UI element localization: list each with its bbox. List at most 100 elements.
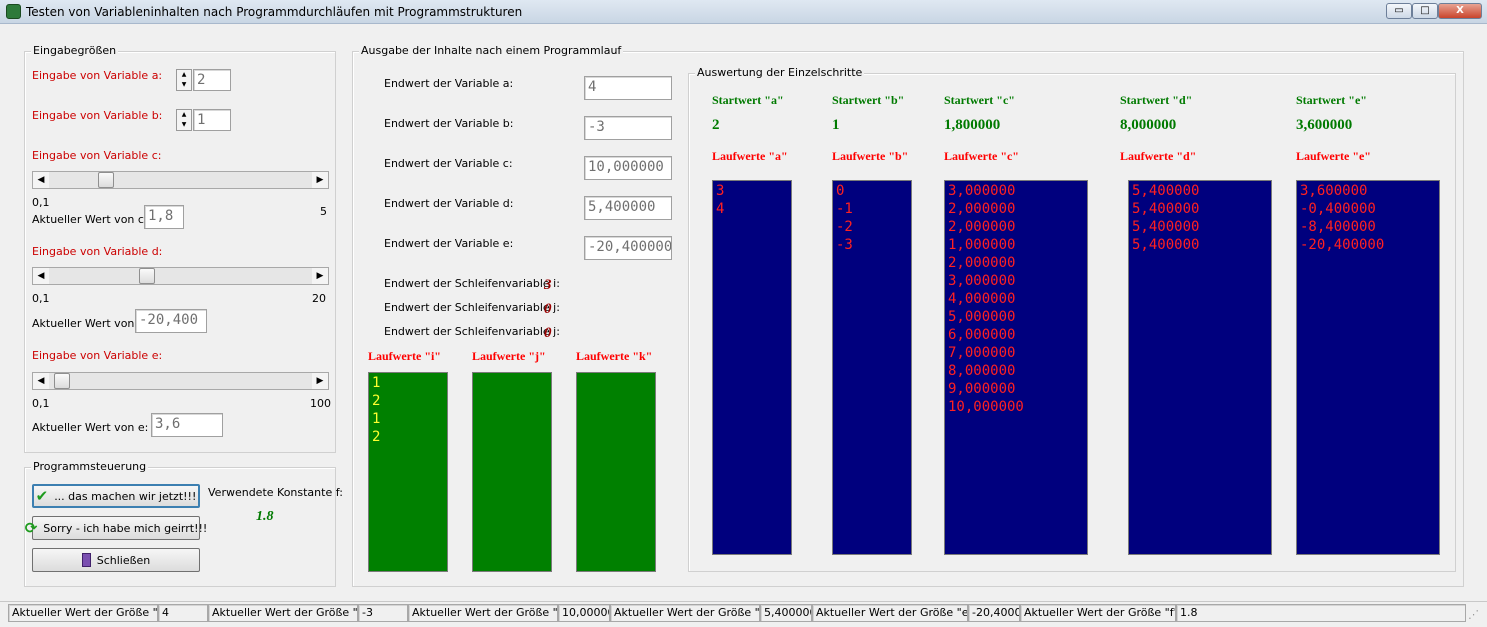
- laufwerte-j-list[interactable]: [472, 372, 552, 572]
- list-item[interactable]: 1: [372, 410, 444, 428]
- output-group-legend: Ausgabe der Inhalte nach einem Programml…: [359, 44, 624, 57]
- status-c-value: 10,00000: [558, 604, 610, 622]
- laufwerte-a-list[interactable]: 34: [712, 180, 792, 555]
- refresh-icon: ⟳: [24, 519, 38, 537]
- laufwerte-d-list[interactable]: 5,400000 5,400000 5,400000 5,400000: [1128, 180, 1272, 555]
- input-e-label: Eingabe von Variable e:: [32, 349, 163, 362]
- status-b-value: -3: [358, 604, 408, 622]
- status-a-label: Aktueller Wert der Größe "a": [8, 604, 158, 622]
- list-item[interactable]: 5,400000: [1132, 182, 1268, 200]
- run-button[interactable]: ✔ ... das machen wir jetzt!!!: [32, 484, 200, 508]
- maximize-button[interactable]: □: [1412, 3, 1438, 19]
- laufwerte-d-title: Laufwerte "d": [1120, 149, 1197, 163]
- list-item[interactable]: 2,000000: [948, 200, 1084, 218]
- list-item[interactable]: 5,400000: [1132, 218, 1268, 236]
- scroll-right-icon[interactable]: ▶: [312, 373, 328, 389]
- list-item[interactable]: 2: [372, 392, 444, 410]
- d-current-field[interactable]: -20,400: [135, 309, 207, 333]
- laufwerte-c-list[interactable]: 3,000000 2,000000 2,000000 1,000000 2,000000…: [944, 180, 1088, 555]
- status-f-label: Aktueller Wert der Größe "f": [1020, 604, 1176, 622]
- laufwerte-e-title: Laufwerte "e": [1296, 149, 1371, 163]
- startwert-b-label: Startwert "b": [832, 93, 905, 107]
- laufwerte-i-title: Laufwerte "i": [368, 349, 441, 363]
- list-item[interactable]: 6,000000: [948, 326, 1084, 344]
- input-a-label: Eingabe von Variable a:: [32, 69, 163, 82]
- close-window-button[interactable]: X: [1438, 3, 1482, 19]
- list-item[interactable]: 0: [836, 182, 908, 200]
- list-item[interactable]: 2,000000: [948, 218, 1084, 236]
- reset-button-label: Sorry - ich habe mich geirrt!!!: [43, 521, 208, 535]
- list-item[interactable]: 3,600000: [1300, 182, 1436, 200]
- d-current-label: Aktueller Wert von d:: [32, 317, 149, 330]
- list-item[interactable]: 7,000000: [948, 344, 1084, 362]
- list-item[interactable]: 4,000000: [948, 290, 1084, 308]
- run-button-label: ... das machen wir jetzt!!!: [54, 489, 197, 503]
- laufwerte-b-list[interactable]: 0 -1 -2 -3: [832, 180, 912, 555]
- list-item[interactable]: -3: [836, 236, 908, 254]
- list-item[interactable]: 3,000000: [948, 272, 1084, 290]
- list-item[interactable]: 1: [372, 374, 444, 392]
- resize-grip-icon[interactable]: ⋰: [1468, 608, 1482, 622]
- list-item[interactable]: 1,000000: [948, 236, 1084, 254]
- schleife-i-value: 3: [544, 277, 552, 293]
- input-a-spinner[interactable]: ▲ ▼: [176, 69, 192, 91]
- reset-button[interactable]: ⟳ Sorry - ich habe mich geirrt!!!: [25, 516, 207, 540]
- schleife-i-label: Endwert der Schleifenvariable i:: [384, 277, 560, 290]
- status-bar: Aktueller Wert der Größe "a" 4 Aktueller…: [0, 601, 1487, 627]
- scroll-right-icon[interactable]: ▶: [312, 268, 328, 284]
- list-item[interactable]: 10,000000: [948, 398, 1084, 416]
- d-scroll-thumb[interactable]: [139, 268, 155, 284]
- laufwerte-k-list[interactable]: [576, 372, 656, 572]
- input-a-field[interactable]: 2: [193, 69, 231, 91]
- input-b-spinner[interactable]: ▲ ▼: [176, 109, 192, 131]
- status-c-label: Aktueller Wert der Größe "c": [408, 604, 558, 622]
- app-icon: [6, 4, 21, 19]
- input-b-field[interactable]: 1: [193, 109, 231, 131]
- endwert-b-field: -3: [584, 116, 672, 140]
- laufwerte-e-list[interactable]: 3,600000 -0,400000 -8,400000 -20,400000: [1296, 180, 1440, 555]
- endwert-d-label: Endwert der Variable d:: [384, 197, 514, 210]
- list-item[interactable]: -8,400000: [1300, 218, 1436, 236]
- list-item[interactable]: -2: [836, 218, 908, 236]
- list-item[interactable]: 9,000000: [948, 380, 1084, 398]
- scroll-left-icon[interactable]: ◀: [33, 373, 49, 389]
- window-title: Testen von Variableninhalten nach Progra…: [26, 5, 523, 19]
- title-bar: Testen von Variableninhalten nach Progra…: [0, 0, 1487, 24]
- list-item[interactable]: 3,000000: [948, 182, 1084, 200]
- laufwerte-a-title: Laufwerte "a": [712, 149, 788, 163]
- c-scroll-thumb[interactable]: [98, 172, 114, 188]
- laufwerte-j-title: Laufwerte "j": [472, 349, 546, 363]
- laufwerte-i-list[interactable]: 1212: [368, 372, 448, 572]
- e-max-label: 100: [310, 397, 331, 410]
- startwert-a-label: Startwert "a": [712, 93, 784, 107]
- list-item[interactable]: -20,400000: [1300, 236, 1436, 254]
- e-scroll-thumb[interactable]: [54, 373, 70, 389]
- e-current-field[interactable]: 3,6: [151, 413, 223, 437]
- list-item[interactable]: 5,400000: [1132, 236, 1268, 254]
- e-scrollbar[interactable]: ◀ ▶: [32, 372, 329, 390]
- list-item[interactable]: 2,000000: [948, 254, 1084, 272]
- scroll-right-icon[interactable]: ▶: [312, 172, 328, 188]
- list-item[interactable]: 4: [716, 200, 788, 218]
- scroll-left-icon[interactable]: ◀: [33, 268, 49, 284]
- e-current-label: Aktueller Wert von e:: [32, 421, 149, 434]
- d-scrollbar[interactable]: ◀ ▶: [32, 267, 329, 285]
- list-item[interactable]: 5,400000: [1132, 200, 1268, 218]
- input-d-label: Eingabe von Variable d:: [32, 245, 163, 258]
- c-current-label: Aktueller Wert von c:: [32, 213, 148, 226]
- c-current-field[interactable]: 1,8: [144, 205, 184, 229]
- list-item[interactable]: 2: [372, 428, 444, 446]
- list-item[interactable]: 5,000000: [948, 308, 1084, 326]
- status-d-label: Aktueller Wert der Größe "d": [610, 604, 760, 622]
- c-scrollbar[interactable]: ◀ ▶: [32, 171, 329, 189]
- minimize-button[interactable]: ▭: [1386, 3, 1412, 19]
- startwert-b-value: 1: [832, 117, 840, 133]
- startwert-e-label: Startwert "e": [1296, 93, 1367, 107]
- scroll-left-icon[interactable]: ◀: [33, 172, 49, 188]
- list-item[interactable]: -1: [836, 200, 908, 218]
- list-item[interactable]: 3: [716, 182, 788, 200]
- list-item[interactable]: -0,400000: [1300, 200, 1436, 218]
- list-item[interactable]: 8,000000: [948, 362, 1084, 380]
- constant-value: 1.8: [256, 509, 274, 524]
- close-button[interactable]: Schließen: [32, 548, 200, 572]
